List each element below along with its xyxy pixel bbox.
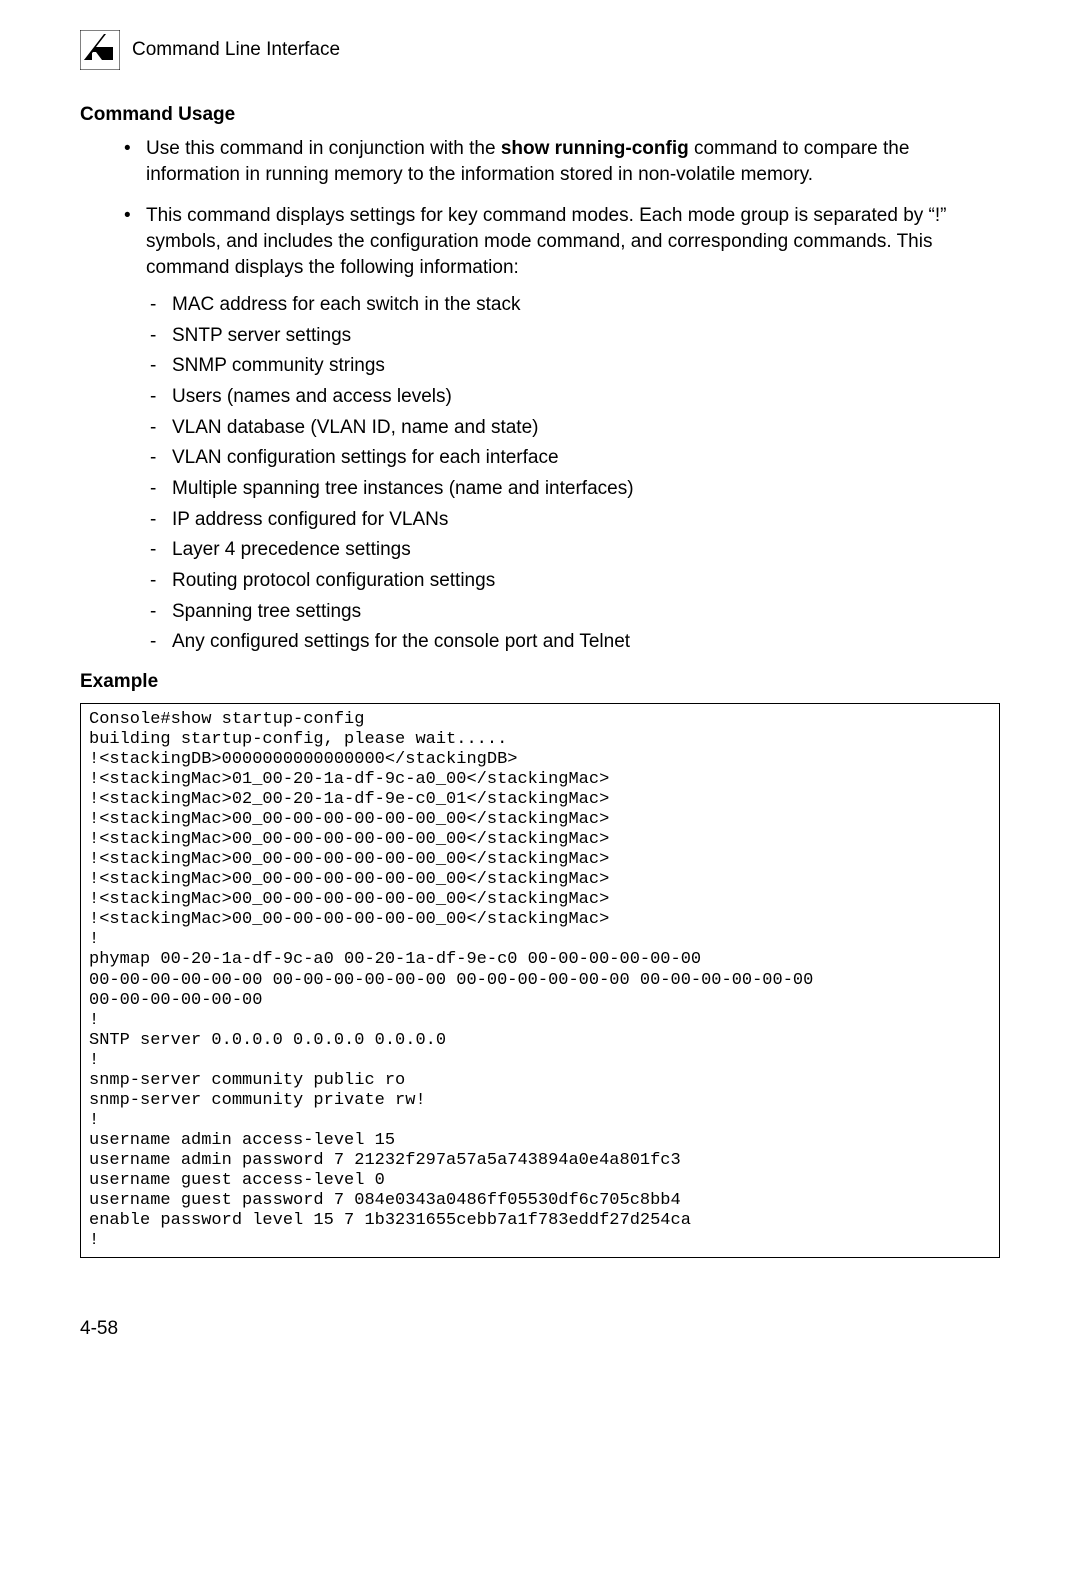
text-fragment: Use this command in conjunction with the [146,138,501,159]
sub-list: MAC address for each switch in the stack… [146,292,1000,655]
list-item: VLAN configuration settings for each int… [172,445,1000,471]
command-usage-heading: Command Usage [80,104,1000,126]
text-fragment: This command displays settings for key c… [146,205,946,277]
list-item: SNTP server settings [172,323,1000,349]
example-heading: Example [80,671,1000,693]
list-item: SNMP community strings [172,353,1000,379]
list-item: Spanning tree settings [172,599,1000,625]
list-item: VLAN database (VLAN ID, name and state) [172,415,1000,441]
text-fragment-bold: show running-config [501,138,689,159]
list-item: Multiple spanning tree instances (name a… [172,476,1000,502]
header-title: Command Line Interface [132,39,340,61]
example-code-block: Console#show startup-config building sta… [80,703,1000,1258]
page-number: 4-58 [80,1318,1000,1340]
page-header: Command Line Interface [80,30,1000,70]
list-item: MAC address for each switch in the stack [172,292,1000,318]
list-item: Users (names and access levels) [172,384,1000,410]
chapter-number-icon [80,30,120,70]
command-usage-list: Use this command in conjunction with the… [80,136,1000,655]
list-item: IP address configured for VLANs [172,507,1000,533]
list-item: Layer 4 precedence settings [172,537,1000,563]
list-item: Use this command in conjunction with the… [146,136,1000,187]
list-item: This command displays settings for key c… [146,203,1000,655]
list-item: Routing protocol configuration settings [172,568,1000,594]
list-item: Any configured settings for the console … [172,629,1000,655]
